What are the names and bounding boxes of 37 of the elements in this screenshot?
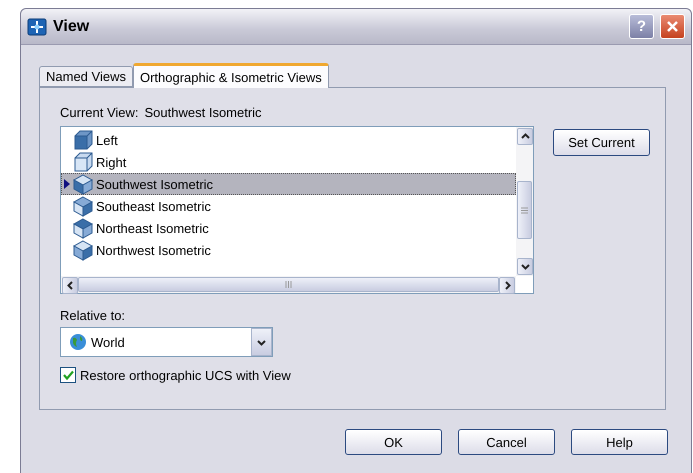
view-list-item[interactable]: Southeast Isometric <box>61 195 516 217</box>
view-list-item[interactable]: Right <box>61 151 516 173</box>
app-icon <box>27 18 47 36</box>
scroll-thumb[interactable] <box>78 277 499 292</box>
scroll-thumb[interactable] <box>517 181 532 239</box>
dialog-button[interactable]: Help <box>571 429 668 455</box>
view-list-item[interactable]: Northeast Isometric <box>61 217 516 239</box>
dropdown-button[interactable] <box>251 328 272 356</box>
close-icon <box>666 20 679 33</box>
cube-icon <box>72 129 94 151</box>
cube-icon <box>72 239 94 261</box>
current-view-label: Current View: <box>60 105 139 120</box>
dialog-button[interactable]: Cancel <box>458 429 555 455</box>
scroll-left-button[interactable] <box>62 277 78 294</box>
tab[interactable]: Orthographic & Isometric Views <box>132 63 329 88</box>
cube-icon <box>72 151 94 173</box>
close-button[interactable] <box>660 14 685 39</box>
cube-icon <box>72 173 94 195</box>
view-list-item[interactable]: Southwest Isometric <box>61 173 516 195</box>
current-marker-icon <box>64 179 70 189</box>
cube-icon <box>72 217 94 239</box>
relative-to-label: Relative to: <box>60 308 126 323</box>
dialog-button[interactable]: OK <box>345 429 442 455</box>
window-title: View <box>53 18 90 36</box>
scroll-right-button[interactable] <box>499 277 515 294</box>
globe-icon <box>69 333 87 351</box>
view-list-item[interactable]: Left <box>61 129 516 151</box>
view-list-item[interactable]: Northwest Isometric <box>61 239 516 261</box>
scroll-up-button[interactable] <box>517 128 533 145</box>
tab[interactable]: Named Views <box>39 66 133 87</box>
current-view-value: Southwest Isometric <box>144 105 262 120</box>
relative-to-dropdown[interactable]: World <box>60 327 273 357</box>
checkbox-label: Restore orthographic UCS with View <box>80 368 291 382</box>
checkbox[interactable] <box>60 367 76 383</box>
cube-icon <box>72 195 94 217</box>
set-current-button[interactable]: Set Current <box>553 129 650 156</box>
scroll-down-button[interactable] <box>517 258 533 275</box>
